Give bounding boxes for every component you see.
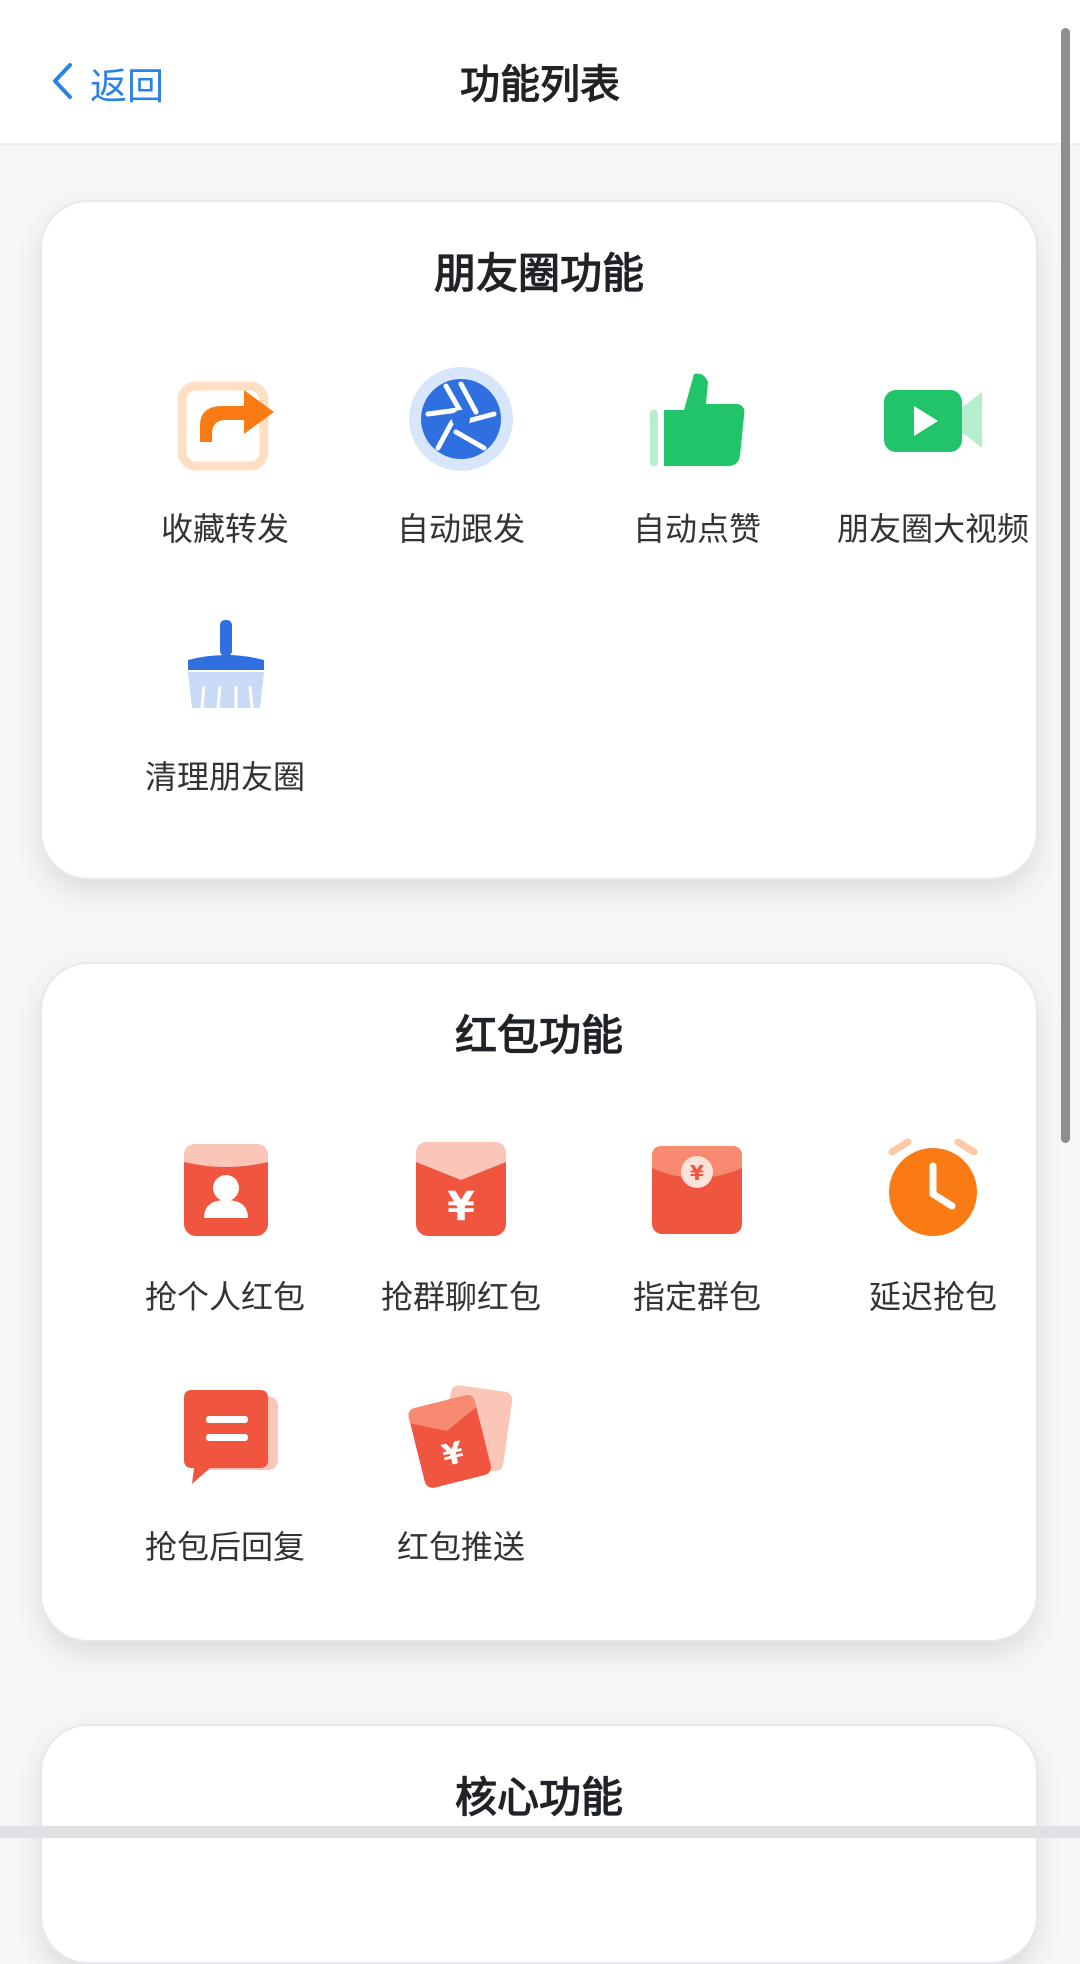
feature-item-clean-moments[interactable]: 清理朋友圈	[107, 612, 343, 812]
feature-label: 抢群聊红包	[380, 1278, 541, 1316]
broom-icon	[170, 612, 280, 722]
red-envelope-person-icon	[170, 1132, 280, 1242]
section-title: 核心功能	[454, 1773, 623, 1822]
chat-bubble-icon	[170, 1382, 280, 1492]
video-camera-icon	[878, 364, 988, 474]
svg-text:¥: ¥	[447, 1184, 475, 1230]
camera-shutter-icon	[406, 364, 516, 474]
section-card-red-packet: 红包功能 抢个人红包 ¥ 抢群聊红包 ¥ 指定群包 延迟抢包 抢包后回复 ¥ 红…	[40, 962, 1038, 1642]
feature-label: 延迟抢包	[868, 1278, 997, 1316]
top-nav-bar: 返回 功能列表	[0, 0, 1080, 145]
feature-label: 抢个人红包	[144, 1278, 305, 1316]
feature-label: 自动点赞	[632, 510, 761, 548]
feature-item-packet-push[interactable]: ¥ 红包推送	[343, 1382, 579, 1582]
scrollbar[interactable]	[1061, 28, 1070, 1143]
feature-label: 指定群包	[632, 1278, 761, 1316]
feature-item-grab-group-packet[interactable]: ¥ 抢群聊红包	[343, 1132, 579, 1332]
tilted-envelope-icon: ¥	[406, 1382, 516, 1492]
feature-item-moments-large-video[interactable]: 朋友圈大视频	[815, 364, 1051, 564]
feature-label: 收藏转发	[160, 510, 289, 548]
feature-item-designated-group-packet[interactable]: ¥ 指定群包	[579, 1132, 815, 1332]
red-envelope-yen-icon: ¥	[406, 1132, 516, 1242]
feature-item-reply-after-grab[interactable]: 抢包后回复	[107, 1382, 343, 1582]
feature-label: 抢包后回复	[144, 1528, 305, 1566]
feature-item-delay-grab[interactable]: 延迟抢包	[815, 1132, 1051, 1332]
feature-label: 红包推送	[396, 1528, 525, 1566]
thumbs-up-icon	[642, 364, 752, 474]
section-title: 朋友圈功能	[433, 249, 644, 298]
section-card-moments: 朋友圈功能 收藏转发 自动跟发 自动点赞 朋友圈大视频 清理朋友圈	[40, 200, 1038, 880]
section-card-core: 核心功能	[40, 1724, 1038, 1964]
section-title: 红包功能	[454, 1011, 623, 1060]
red-envelope-seal-icon: ¥	[642, 1132, 752, 1242]
share-forward-icon	[170, 364, 280, 474]
feature-item-collect-forward[interactable]: 收藏转发	[107, 364, 343, 564]
alarm-clock-icon	[878, 1132, 988, 1242]
feature-item-auto-follow-post[interactable]: 自动跟发	[343, 364, 579, 564]
feature-label: 朋友圈大视频	[836, 510, 1029, 548]
feature-label: 自动跟发	[396, 510, 525, 548]
page-title: 功能列表	[460, 62, 620, 108]
feature-item-auto-like[interactable]: 自动点赞	[579, 364, 815, 564]
svg-text:¥: ¥	[690, 1161, 704, 1185]
feature-item-grab-personal-packet[interactable]: 抢个人红包	[107, 1132, 343, 1332]
bottom-edge	[0, 1826, 1080, 1838]
feature-label: 清理朋友圈	[144, 758, 305, 796]
